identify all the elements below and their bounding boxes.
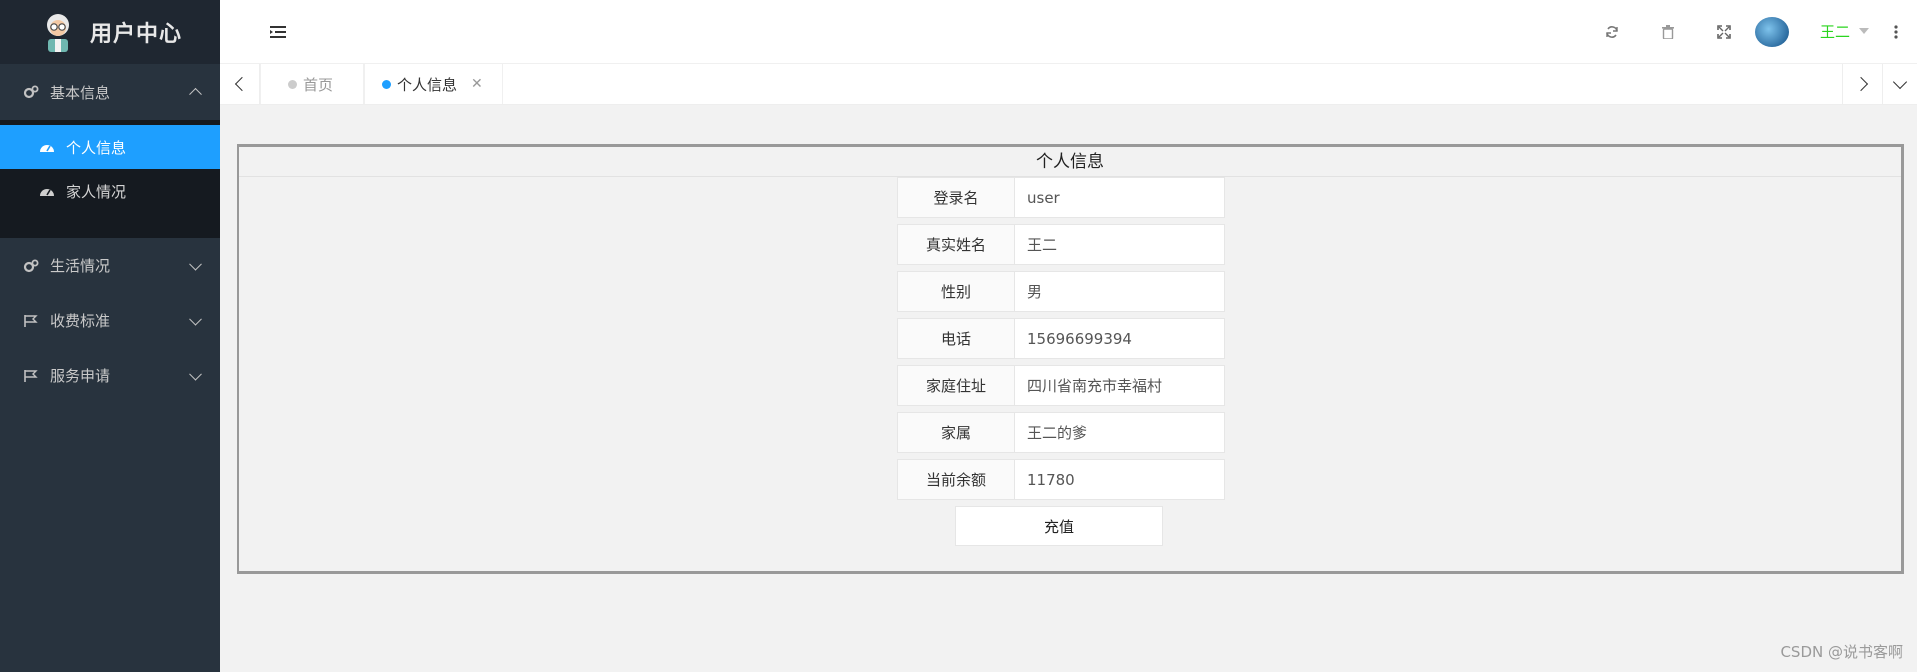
caret-down-icon[interactable] — [1859, 28, 1869, 34]
field-value: user — [1015, 177, 1225, 218]
tab-dot-icon — [382, 79, 391, 89]
field-label: 电话 — [897, 318, 1015, 359]
menu-toggle-icon[interactable] — [268, 22, 288, 42]
field-label: 登录名 — [897, 177, 1015, 218]
sidebar-group-service[interactable]: 服务申请 — [0, 348, 220, 403]
panel-title: 个人信息 — [239, 147, 1901, 177]
sidebar-group-fees[interactable]: 收费标准 — [0, 293, 220, 348]
form-row-balance: 当前余额 11780 — [897, 459, 1227, 500]
chevron-down-icon — [1892, 74, 1908, 89]
chevron-down-icon — [189, 257, 202, 271]
tab-label: 首页 — [303, 75, 334, 94]
field-value: 男 — [1015, 271, 1225, 312]
sidebar-item-label: 家人情况 — [66, 182, 127, 201]
brand-bar: 用户中心 — [0, 0, 220, 64]
sidebar-group-label: 收费标准 — [50, 312, 111, 330]
brand-title: 用户中心 — [89, 22, 182, 47]
tabs-scroll-left-button[interactable] — [220, 64, 260, 104]
gears-icon — [22, 85, 40, 99]
form-row-address: 家庭住址 四川省南充市幸福村 — [897, 365, 1227, 406]
field-value: 王二的爹 — [1015, 412, 1225, 453]
close-icon[interactable]: ✕ — [471, 76, 483, 92]
trash-icon[interactable] — [1658, 22, 1678, 42]
tab-dot-icon — [288, 79, 297, 89]
tab-personal-info[interactable]: 个人信息 ✕ — [364, 64, 503, 104]
field-value: 四川省南充市幸福村 — [1015, 365, 1225, 406]
chevron-left-icon — [234, 76, 249, 92]
form-row-phone: 电话 15696699394 — [897, 318, 1227, 359]
sidebar-group-basic-info[interactable]: 基本信息 — [0, 64, 220, 120]
chevron-down-icon — [189, 312, 202, 326]
flag-icon — [22, 314, 40, 328]
flag-icon — [22, 369, 40, 383]
fullscreen-icon[interactable] — [1714, 22, 1734, 42]
sidebar-group-life[interactable]: 生活情况 — [0, 238, 220, 293]
sidebar-item-label: 个人信息 — [66, 138, 127, 157]
sidebar-group-label: 服务申请 — [50, 367, 111, 385]
field-label: 性别 — [897, 271, 1015, 312]
sidebar-group-label: 基本信息 — [50, 83, 111, 102]
tabs-bar: 首页 个人信息 ✕ — [220, 64, 1917, 105]
avatar[interactable] — [1755, 17, 1789, 47]
field-label: 家属 — [897, 412, 1015, 453]
tabs-scroll-right-button[interactable] — [1842, 64, 1882, 104]
sidebar: 用户中心 基本信息 个人信息 家人情况 生活情况 收费标准 服务申请 — [0, 0, 220, 672]
chevron-up-icon — [189, 87, 202, 101]
tabs-menu-button[interactable] — [1882, 64, 1917, 104]
user-name[interactable]: 王二 — [1820, 21, 1850, 42]
field-value: 15696699394 — [1015, 318, 1225, 359]
chevron-right-icon — [1853, 76, 1868, 92]
more-vertical-icon[interactable] — [1886, 22, 1906, 42]
form-row-gender: 性别 男 — [897, 271, 1227, 312]
form-row-login: 登录名 user — [897, 177, 1227, 218]
field-value: 11780 — [1015, 459, 1225, 500]
top-header: 王二 — [220, 0, 1917, 64]
info-form: 登录名 user 真实姓名 王二 性别 男 电话 15696699394 家庭住… — [897, 177, 1227, 506]
sidebar-item-personal-info[interactable]: 个人信息 — [0, 125, 220, 169]
sidebar-item-family[interactable]: 家人情况 — [0, 169, 220, 213]
field-label: 当前余额 — [897, 459, 1015, 500]
sidebar-group-label: 生活情况 — [50, 257, 111, 275]
form-row-realname: 真实姓名 王二 — [897, 224, 1227, 265]
doctor-avatar-logo — [38, 11, 78, 53]
refresh-icon[interactable] — [1602, 22, 1622, 42]
field-label: 家庭住址 — [897, 365, 1015, 406]
watermark: CSDN @说书客啊 — [1780, 643, 1903, 661]
field-value: 王二 — [1015, 224, 1225, 265]
submenu: 个人信息 家人情况 — [0, 120, 220, 238]
recharge-button[interactable]: 充值 — [955, 506, 1163, 546]
gears-icon — [22, 259, 40, 273]
tab-label: 个人信息 — [397, 75, 458, 94]
dashboard-icon — [38, 184, 56, 198]
form-row-family: 家属 王二的爹 — [897, 412, 1227, 453]
tab-home[interactable]: 首页 — [260, 64, 364, 104]
chevron-down-icon — [189, 367, 202, 381]
personal-info-panel: 个人信息 登录名 user 真实姓名 王二 性别 男 电话 1569669939… — [237, 144, 1904, 574]
field-label: 真实姓名 — [897, 224, 1015, 265]
dashboard-icon — [38, 140, 56, 154]
